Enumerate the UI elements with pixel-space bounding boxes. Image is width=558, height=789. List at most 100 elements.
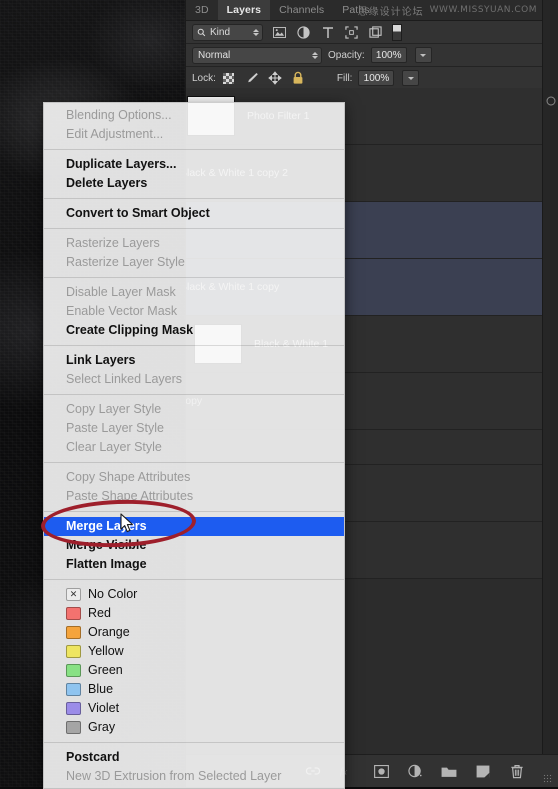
type-layer-filter-icon[interactable] (320, 25, 335, 40)
panel-right-rail (542, 0, 558, 787)
menu-item-blending-options[interactable]: Blending Options... (44, 106, 344, 125)
menu-group-blending: Blending Options... Edit Adjustment... (44, 103, 344, 147)
color-label: Orange (88, 625, 130, 639)
menu-item-delete-layers[interactable]: Delete Layers (44, 174, 344, 193)
menu-item-color-no-color[interactable]: ✕ No Color (44, 585, 344, 604)
menu-separator (44, 742, 344, 743)
filter-kind-select[interactable]: Kind (192, 23, 263, 41)
menu-separator (44, 149, 344, 150)
violet-swatch-icon (66, 702, 81, 715)
layer-mask-icon[interactable] (373, 763, 389, 779)
menu-item-color-red[interactable]: Red (44, 604, 344, 623)
new-group-folder-icon[interactable] (441, 763, 457, 779)
filter-enable-swatch-icon[interactable] (392, 23, 402, 41)
shape-layer-filter-icon[interactable] (344, 25, 359, 40)
no-color-swatch-icon: ✕ (66, 588, 81, 601)
menu-item-color-orange[interactable]: Orange (44, 623, 344, 642)
menu-item-rasterize-layer-style[interactable]: Rasterize Layer Style (44, 253, 344, 272)
menu-item-color-gray[interactable]: Gray (44, 718, 344, 737)
filter-kind-label: Kind (210, 26, 231, 38)
blend-mode-bar: Normal Opacity: 100% (186, 44, 558, 67)
menu-group-rasterize: Rasterize Layers Rasterize Layer Style (44, 231, 344, 275)
tab-3d[interactable]: 3D (186, 0, 218, 20)
watermark-cn-text: 思缘设计论坛 (357, 6, 424, 18)
menu-group-merge: Merge Layers Merge Visible Flatten Image (44, 514, 344, 577)
menu-item-merge-visible[interactable]: Merge Visible (44, 536, 344, 555)
blend-mode-select[interactable]: Normal (192, 46, 322, 64)
menu-item-postcard[interactable]: Postcard (44, 748, 344, 767)
menu-item-copy-layer-style[interactable]: Copy Layer Style (44, 400, 344, 419)
menu-item-paste-layer-style[interactable]: Paste Layer Style (44, 419, 344, 438)
menu-group-shape-attributes: Copy Shape Attributes Paste Shape Attrib… (44, 465, 344, 509)
menu-item-edit-adjustment[interactable]: Edit Adjustment... (44, 125, 344, 144)
menu-item-color-yellow[interactable]: Yellow (44, 642, 344, 661)
menu-separator (44, 394, 344, 395)
adjustment-layer-filter-icon[interactable] (296, 25, 311, 40)
lock-all-padlock-icon[interactable] (291, 71, 305, 85)
menu-item-select-linked-layers[interactable]: Select Linked Layers (44, 370, 344, 389)
menu-item-flatten-image[interactable]: Flatten Image (44, 555, 344, 574)
menu-group-masks: Disable Layer Mask Enable Vector Mask Cr… (44, 280, 344, 343)
lock-transparency-icon[interactable] (222, 71, 236, 85)
menu-separator (44, 462, 344, 463)
color-label: Red (88, 606, 111, 620)
tab-3d-label: 3D (195, 4, 209, 16)
menu-item-copy-shape-attributes[interactable]: Copy Shape Attributes (44, 468, 344, 487)
opacity-label: Opacity: (328, 49, 365, 61)
menu-separator (44, 277, 344, 278)
fill-dropdown-icon[interactable] (402, 70, 420, 86)
menu-item-create-clipping-mask[interactable]: Create Clipping Mask (44, 321, 344, 340)
menu-group-link: Link Layers Select Linked Layers (44, 348, 344, 392)
blend-mode-stepper-icon[interactable] (312, 51, 318, 59)
filter-kind-stepper-icon[interactable] (253, 28, 259, 36)
menu-item-rasterize-layers[interactable]: Rasterize Layers (44, 234, 344, 253)
color-label: Violet (88, 701, 120, 715)
panel-tab-bar: 3D Layers Channels Paths 思缘设计论坛 WWW.MISS… (186, 0, 558, 21)
menu-group-colors: ✕ No Color Red Orange Yellow Green Blue … (44, 582, 344, 740)
menu-separator (44, 345, 344, 346)
opacity-dropdown-icon[interactable] (414, 47, 432, 63)
lock-bar: Lock: Fill: 100% (186, 67, 558, 90)
new-adjustment-layer-icon[interactable] (407, 763, 423, 779)
menu-item-disable-layer-mask[interactable]: Disable Layer Mask (44, 283, 344, 302)
tab-layers-label: Layers (226, 4, 262, 16)
menu-item-new-3d-extrusion-selected-layer[interactable]: New 3D Extrusion from Selected Layer (44, 767, 344, 786)
menu-item-enable-vector-mask[interactable]: Enable Vector Mask (44, 302, 344, 321)
menu-item-merge-layers[interactable]: Merge Layers (44, 517, 344, 536)
smart-object-filter-icon[interactable] (368, 25, 383, 40)
menu-separator (44, 511, 344, 512)
gray-swatch-icon (66, 721, 81, 734)
menu-item-duplicate-layers[interactable]: Duplicate Layers... (44, 155, 344, 174)
menu-group-layer-style: Copy Layer Style Paste Layer Style Clear… (44, 397, 344, 460)
tab-channels[interactable]: Channels (270, 0, 333, 20)
watermark: 思缘设计论坛 WWW.MISSYUAN.COM (358, 1, 537, 19)
color-label: No Color (88, 587, 138, 601)
menu-separator (44, 228, 344, 229)
menu-item-paste-shape-attributes[interactable]: Paste Shape Attributes (44, 487, 344, 506)
opacity-input[interactable]: 100% (370, 47, 407, 63)
new-layer-icon[interactable] (475, 763, 491, 779)
fill-input[interactable]: 100% (358, 70, 395, 86)
menu-item-link-layers[interactable]: Link Layers (44, 351, 344, 370)
watermark-url-text: WWW.MISSYUAN.COM (429, 5, 537, 15)
tab-layers[interactable]: Layers (217, 0, 271, 20)
tab-channels-label: Channels (279, 4, 325, 16)
color-label: Gray (88, 720, 116, 734)
yellow-swatch-icon (66, 645, 81, 658)
menu-item-clear-layer-style[interactable]: Clear Layer Style (44, 438, 344, 457)
menu-separator (44, 579, 344, 580)
menu-item-color-violet[interactable]: Violet (44, 699, 344, 718)
lock-image-brush-icon[interactable] (245, 71, 259, 85)
panel-collapse-icon[interactable] (546, 96, 557, 107)
menu-item-color-blue[interactable]: Blue (44, 680, 344, 699)
pixel-layer-filter-icon[interactable] (272, 25, 287, 40)
menu-group-3d: Postcard New 3D Extrusion from Selected … (44, 745, 344, 788)
delete-layer-trash-icon[interactable] (509, 763, 525, 779)
menu-item-convert-to-smart-object[interactable]: Convert to Smart Object (44, 204, 344, 223)
color-label: Green (88, 663, 123, 677)
fill-label: Fill: (336, 72, 353, 84)
menu-item-color-green[interactable]: Green (44, 661, 344, 680)
layer-context-menu[interactable]: Blending Options... Edit Adjustment... D… (43, 102, 345, 789)
panel-resize-grip[interactable] (543, 774, 553, 784)
lock-position-move-icon[interactable] (268, 71, 282, 85)
